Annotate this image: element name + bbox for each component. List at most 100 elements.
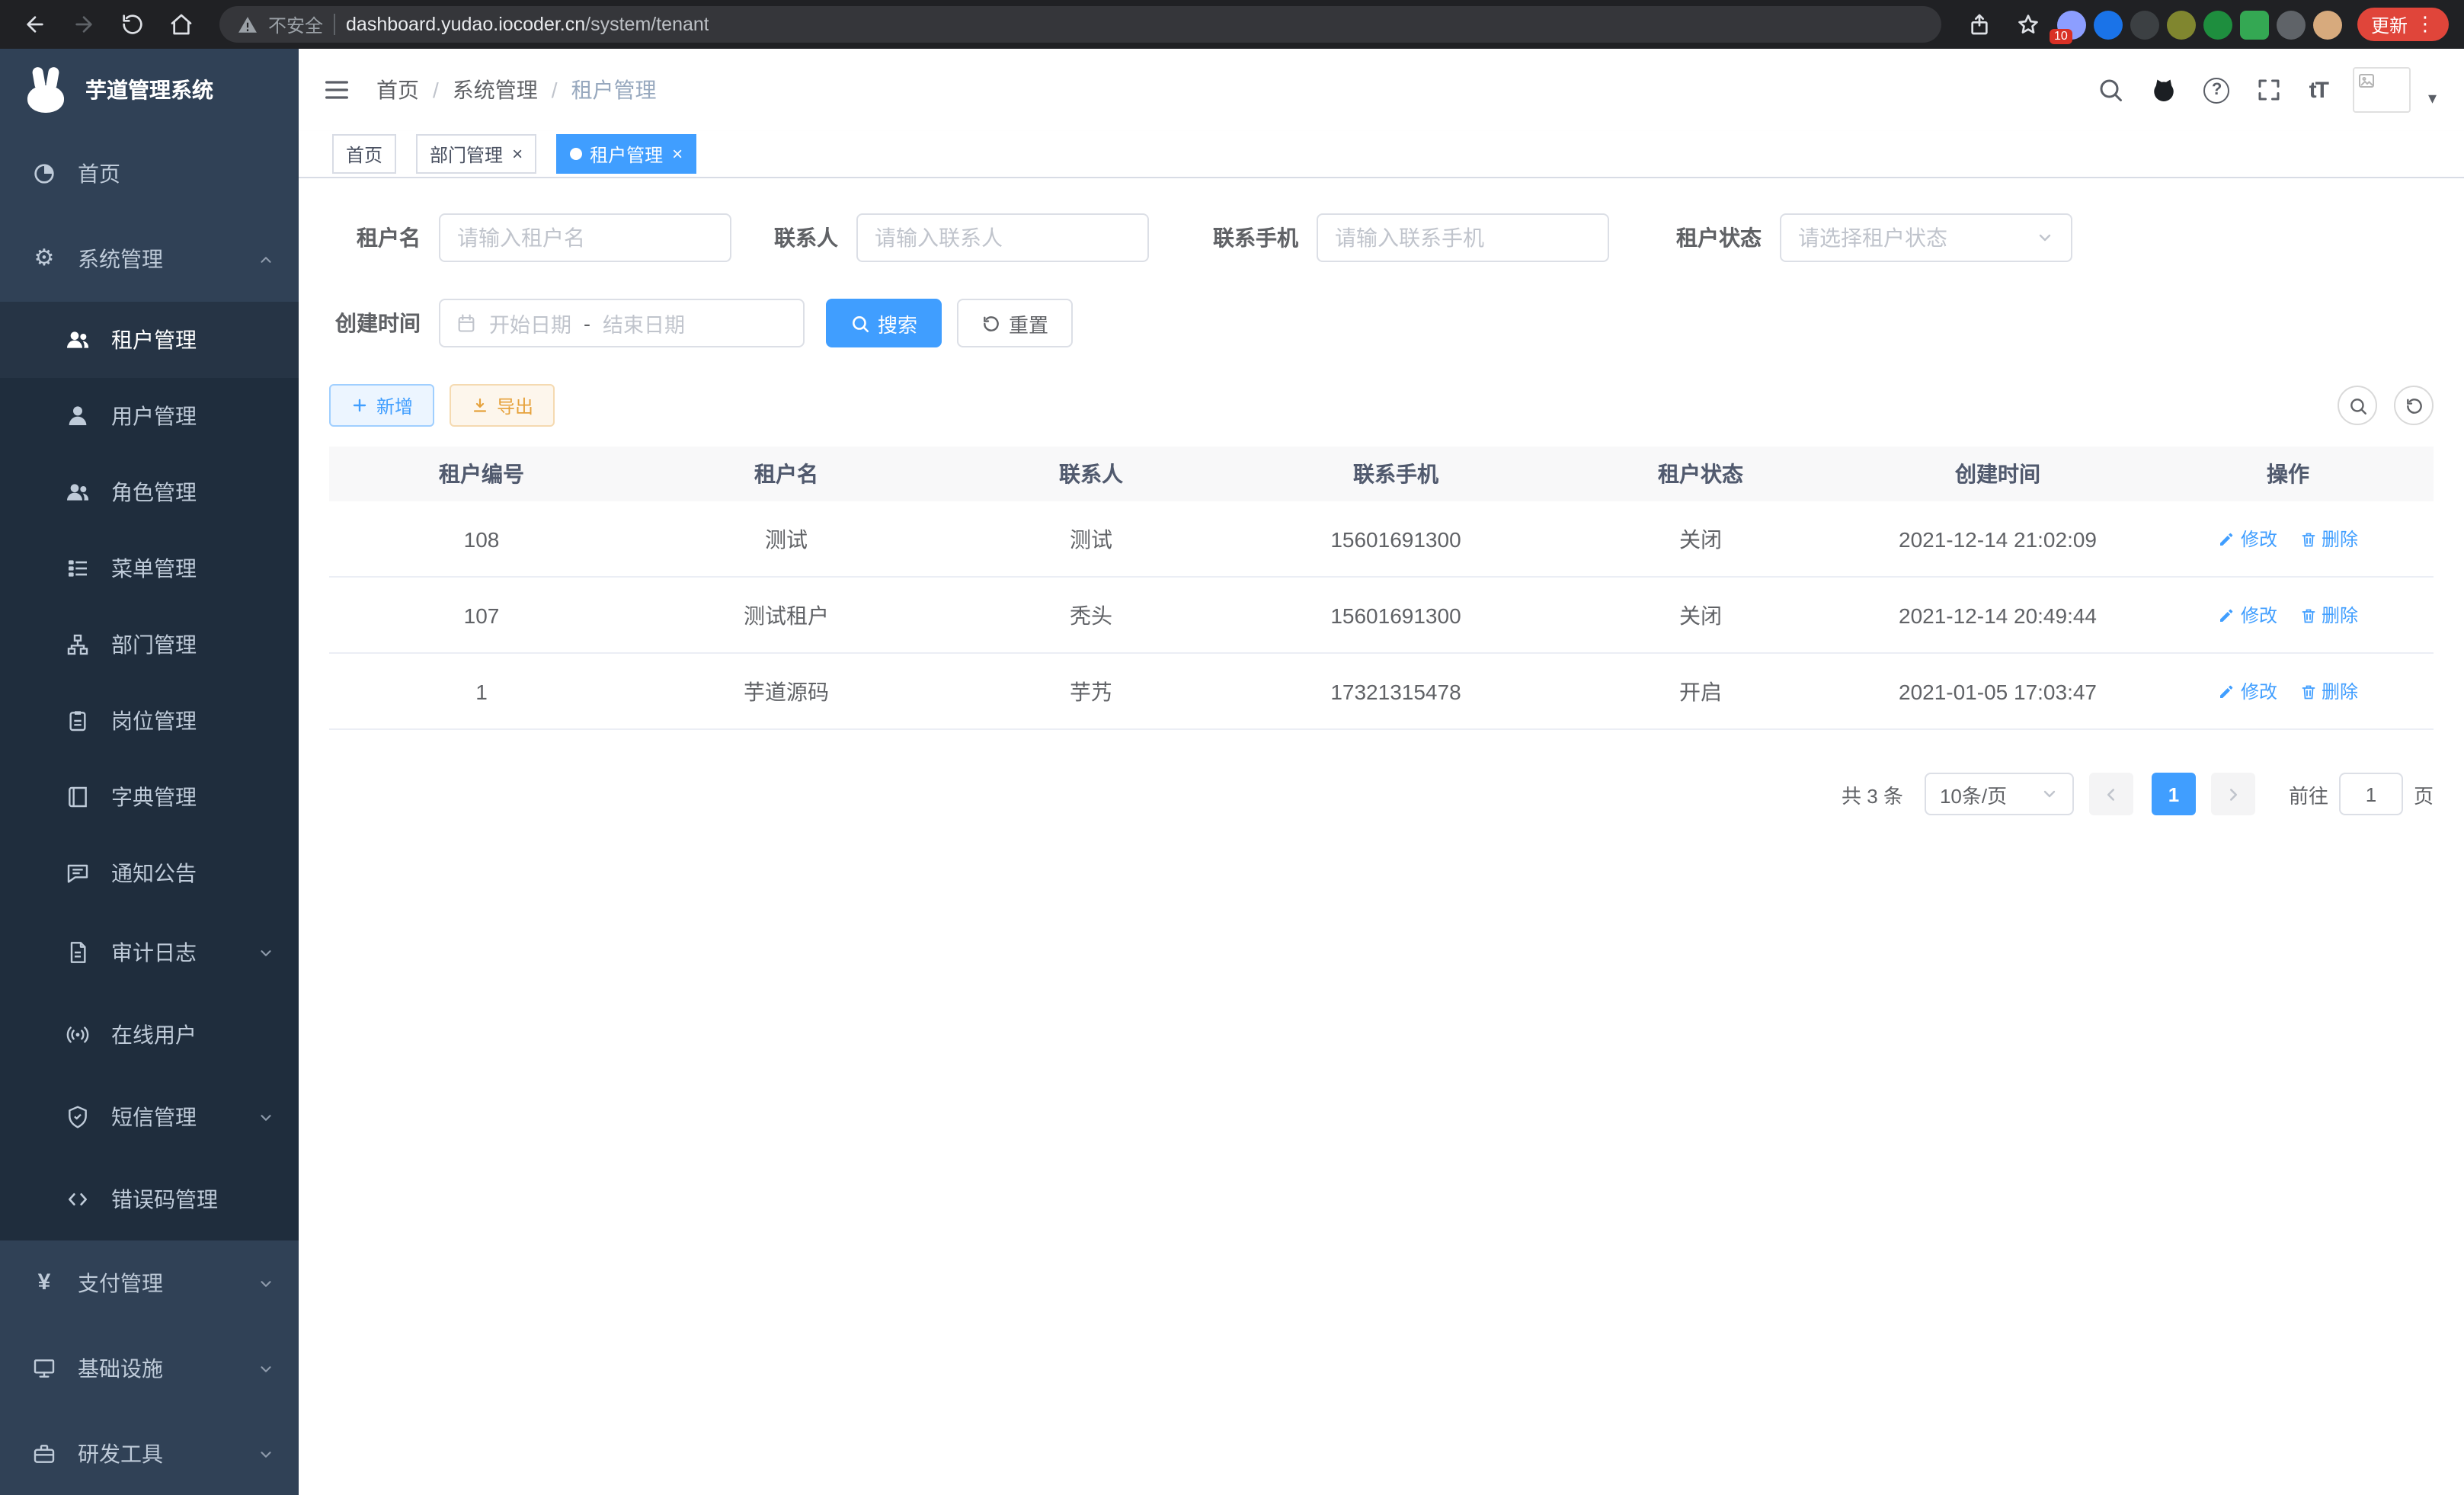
extension-icon-5[interactable]	[2203, 10, 2232, 39]
github-icon[interactable]	[2151, 76, 2178, 104]
filter-row-2: 创建时间 开始日期 - 结束日期 搜索 重置	[329, 299, 2434, 347]
close-icon[interactable]: ×	[672, 145, 683, 163]
extension-icon-2[interactable]	[2094, 10, 2123, 39]
status-select[interactable]: 请选择租户状态	[1780, 213, 2072, 262]
date-end-placeholder: 结束日期	[603, 308, 685, 338]
extension-icon-4[interactable]	[2167, 10, 2196, 39]
sidebar-item-tenant[interactable]: 租户管理	[0, 302, 299, 378]
export-button[interactable]: 导出	[450, 384, 555, 427]
app-logo[interactable]: 芋道管理系统	[0, 49, 299, 131]
browser-menu-icon[interactable]: ⋮	[2415, 12, 2435, 37]
extension-icon-8[interactable]	[2313, 10, 2342, 39]
sidebar-item-devtools[interactable]: 研发工具	[0, 1411, 299, 1495]
font-size-icon[interactable]: tT	[2309, 77, 2328, 103]
add-button[interactable]: 新增	[329, 384, 434, 427]
breadcrumb-home[interactable]: 首页	[376, 75, 419, 105]
help-icon[interactable]: ?	[2204, 77, 2230, 103]
breadcrumb-system[interactable]: 系统管理	[453, 75, 538, 105]
page-number-1[interactable]: 1	[2152, 773, 2196, 815]
org-tree-icon	[66, 632, 90, 657]
status-text: 开启	[1548, 676, 1853, 706]
extension-icon-7[interactable]	[2277, 10, 2306, 39]
mobile-label: 联系手机	[1186, 222, 1317, 253]
sidebar-item-label: 字典管理	[111, 782, 197, 812]
url-bar[interactable]: 不安全 dashboard.yudao.iocoder.cn/system/te…	[219, 6, 1941, 43]
sidebar-item-user[interactable]: 用户管理	[0, 378, 299, 454]
book-icon	[66, 785, 90, 809]
sidebar-item-audit-log[interactable]: 审计日志	[0, 911, 299, 994]
yen-icon: ¥	[32, 1271, 56, 1295]
sidebar-item-system[interactable]: ⚙ 系统管理	[0, 216, 299, 302]
extension-icon-6[interactable]	[2240, 10, 2269, 39]
table-row: 1 芋道源码 芋艿 17321315478 开启 2021-01-05 17:0…	[329, 654, 2434, 730]
edit-link[interactable]: 修改	[2218, 678, 2277, 704]
sidebar-item-dept[interactable]: 部门管理	[0, 607, 299, 683]
delete-link[interactable]: 删除	[2299, 602, 2358, 628]
sidebar-item-infra[interactable]: 基础设施	[0, 1326, 299, 1411]
sidebar-item-post[interactable]: 岗位管理	[0, 683, 299, 759]
tag-tenant[interactable]: 租户管理 ×	[556, 134, 696, 174]
update-label: 更新	[2371, 11, 2408, 37]
search-button[interactable]: 搜索	[826, 299, 942, 347]
document-edit-icon	[66, 940, 90, 965]
refresh-table-icon[interactable]	[2394, 386, 2434, 425]
mobile-input[interactable]	[1317, 213, 1609, 262]
chrome-update-button[interactable]: 更新 ⋮	[2357, 8, 2449, 41]
sidebar-item-role[interactable]: 角色管理	[0, 454, 299, 530]
fullscreen-icon[interactable]	[2256, 76, 2283, 104]
search-icon[interactable]	[2098, 76, 2125, 104]
refresh-icon[interactable]	[113, 5, 152, 44]
sidebar-item-error-code[interactable]: 错误码管理	[0, 1158, 299, 1240]
tag-dept[interactable]: 部门管理 ×	[416, 134, 536, 174]
caret-down-icon[interactable]: ▾	[2428, 88, 2437, 108]
system-submenu: 租户管理 用户管理 角色管理 菜单管理 部门管理 岗位管理	[0, 302, 299, 1240]
sidebar-item-online-user[interactable]: 在线用户	[0, 994, 299, 1076]
edit-link[interactable]: 修改	[2218, 526, 2277, 552]
sidebar-item-label: 短信管理	[111, 1102, 197, 1132]
extension-icon-1[interactable]: 10	[2057, 10, 2086, 39]
sidebar-collapse-icon[interactable]	[322, 75, 352, 105]
sidebar-item-menu[interactable]: 菜单管理	[0, 530, 299, 607]
breadcrumb: 首页 / 系统管理 / 租户管理	[376, 75, 657, 105]
sidebar-item-notice[interactable]: 通知公告	[0, 835, 299, 911]
sidebar-item-sms[interactable]: 短信管理	[0, 1076, 299, 1158]
rabbit-logo-icon	[23, 67, 69, 113]
back-icon[interactable]	[15, 5, 55, 44]
sidebar-item-home[interactable]: 首页	[0, 131, 299, 216]
forward-icon[interactable]	[64, 5, 104, 44]
goto-label: 前往	[2289, 780, 2328, 808]
page-size-select[interactable]: 10条/页	[1925, 773, 2074, 815]
close-icon[interactable]: ×	[512, 145, 523, 163]
toggle-search-icon[interactable]	[2338, 386, 2377, 425]
tag-home[interactable]: 首页	[332, 134, 396, 174]
page-jump-input[interactable]	[2339, 773, 2403, 815]
pagination: 共 3 条 10条/页 1 前往 页	[329, 773, 2434, 815]
table-row: 108 测试 测试 15601691300 关闭 2021-12-14 21:0…	[329, 501, 2434, 578]
topbar: 首页 / 系统管理 / 租户管理 ? tT ▾	[299, 49, 2464, 131]
extensions: 10	[2057, 10, 2342, 39]
date-range-picker[interactable]: 开始日期 - 结束日期	[439, 299, 805, 347]
edit-link[interactable]: 修改	[2218, 602, 2277, 628]
share-icon[interactable]	[1960, 5, 1999, 44]
contact-input[interactable]	[856, 213, 1149, 262]
sidebar-item-dict[interactable]: 字典管理	[0, 759, 299, 835]
bookmark-star-icon[interactable]	[2008, 5, 2048, 44]
sidebar-item-label: 系统管理	[78, 244, 163, 274]
prev-page-button[interactable]	[2089, 773, 2133, 815]
extension-icon-3[interactable]	[2130, 10, 2159, 39]
status-text: 关闭	[1548, 523, 1853, 554]
tenant-name-input[interactable]	[439, 213, 731, 262]
sidebar-item-payment[interactable]: ¥ 支付管理	[0, 1240, 299, 1326]
chevron-down-icon	[2040, 785, 2059, 803]
app-title: 芋道管理系统	[85, 75, 213, 105]
reset-button[interactable]: 重置	[957, 299, 1073, 347]
list-icon	[66, 556, 90, 581]
home-icon[interactable]	[162, 5, 201, 44]
user-avatar-broken-image[interactable]	[2354, 67, 2411, 113]
right-toolbar	[2338, 386, 2434, 425]
next-page-button[interactable]	[2211, 773, 2255, 815]
delete-link[interactable]: 删除	[2299, 678, 2358, 704]
delete-link[interactable]: 删除	[2299, 526, 2358, 552]
date-separator: -	[584, 312, 590, 335]
browser-chrome: 不安全 dashboard.yudao.iocoder.cn/system/te…	[0, 0, 2464, 49]
